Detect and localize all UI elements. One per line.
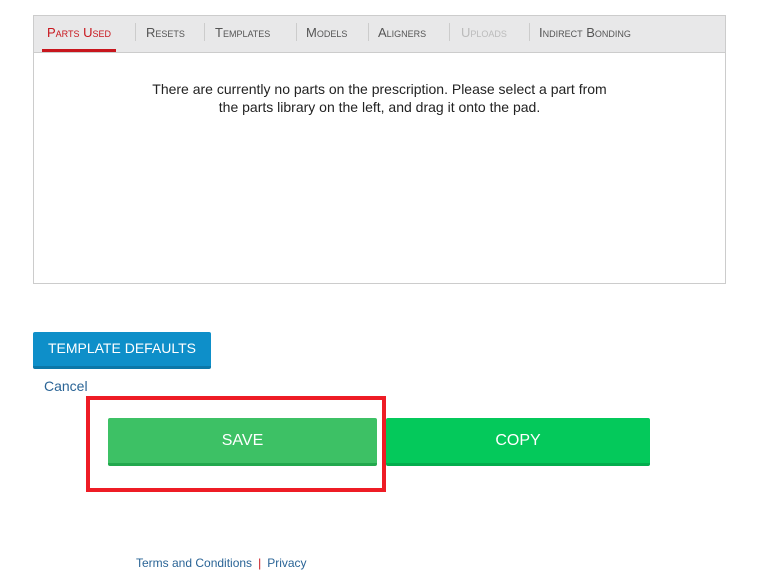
tab-parts-used[interactable]: Parts Used — [42, 16, 117, 52]
tab-resets[interactable]: Resets — [146, 16, 185, 52]
tab-models[interactable]: Models — [306, 16, 347, 52]
empty-parts-message: There are currently no parts on the pres… — [34, 80, 725, 116]
tab-bar: Parts Used Resets Templates Models Align… — [34, 16, 725, 53]
tab-indirect-bonding[interactable]: Indirect Bonding — [539, 16, 631, 52]
tab-divider — [296, 23, 297, 41]
tab-templates[interactable]: Templates — [215, 16, 270, 52]
tab-uploads: Uploads — [461, 25, 507, 40]
footer-separator: | — [258, 556, 262, 570]
tab-divider — [529, 23, 530, 41]
tab-divider — [449, 23, 450, 41]
template-defaults-button[interactable]: TEMPLATE DEFAULTS — [33, 332, 211, 369]
cancel-link[interactable]: Cancel — [44, 378, 88, 394]
copy-button[interactable]: COPY — [386, 418, 650, 466]
privacy-link[interactable]: Privacy — [267, 556, 306, 570]
message-line: the parts library on the left, and drag … — [218, 99, 541, 115]
tab-divider — [368, 23, 369, 41]
highlight-box — [86, 396, 386, 492]
footer: Terms and Conditions | Privacy — [136, 556, 307, 570]
tab-divider — [135, 23, 136, 41]
message-line: There are currently no parts on the pres… — [152, 81, 607, 97]
terms-link[interactable]: Terms and Conditions — [136, 556, 252, 570]
tab-divider — [204, 23, 205, 41]
tab-aligners[interactable]: Aligners — [378, 16, 426, 52]
parts-panel: Parts Used Resets Templates Models Align… — [33, 15, 726, 284]
